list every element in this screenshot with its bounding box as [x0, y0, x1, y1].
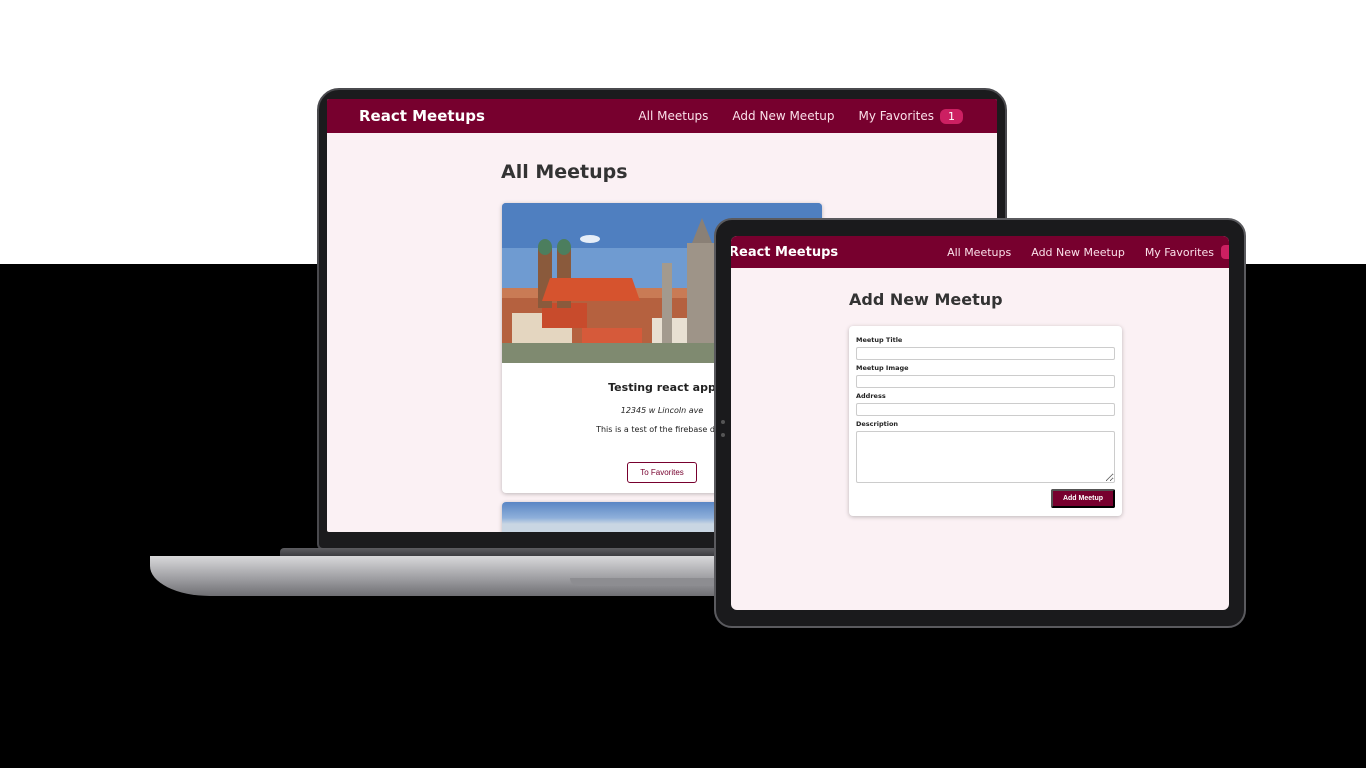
tablet-navbar: React Meetups All Meetups Add New Meetup…: [731, 236, 1229, 268]
nav-all-meetups[interactable]: All Meetups: [947, 246, 1011, 259]
nav-add-new-meetup[interactable]: Add New Meetup: [732, 109, 834, 123]
nav-links: All Meetups Add New Meetup My Favorites: [927, 245, 1229, 259]
page-title: Add New Meetup: [849, 290, 1003, 309]
nav-add-new-meetup[interactable]: Add New Meetup: [1031, 246, 1125, 259]
laptop-navbar: React Meetups All Meetups Add New Meetup…: [327, 99, 997, 133]
description-label: Description: [856, 420, 899, 428]
favorites-count-badge: [1221, 245, 1229, 259]
meetup-title-input[interactable]: [856, 347, 1115, 360]
tablet-sensor-dot: [721, 433, 725, 437]
brand-logo[interactable]: React Meetups: [731, 245, 838, 260]
nav-my-favorites[interactable]: My Favorites: [1145, 246, 1214, 259]
brand-logo[interactable]: React Meetups: [359, 107, 485, 125]
description-textarea[interactable]: [856, 431, 1115, 483]
to-favorites-button[interactable]: To Favorites: [627, 462, 697, 483]
nav-my-favorites[interactable]: My Favorites: [859, 109, 934, 123]
add-meetup-form: Meetup Title Meetup Image Address Descri…: [849, 326, 1122, 516]
tablet-camera-dot: [721, 420, 725, 424]
nav-all-meetups[interactable]: All Meetups: [638, 109, 708, 123]
tablet-screen: React Meetups All Meetups Add New Meetup…: [731, 236, 1229, 610]
address-label: Address: [856, 392, 886, 400]
meetup-image-input[interactable]: [856, 375, 1115, 388]
nav-links: All Meetups Add New Meetup My Favorites …: [614, 108, 963, 124]
page-title: All Meetups: [501, 161, 628, 183]
meetup-title-label: Meetup Title: [856, 336, 903, 344]
add-meetup-button[interactable]: Add Meetup: [1050, 489, 1115, 508]
favorites-count-badge: 1: [940, 108, 963, 124]
mockup-stage: React Meetups All Meetups Add New Meetup…: [0, 0, 1366, 768]
meetup-image-label: Meetup Image: [856, 364, 909, 372]
address-input[interactable]: [856, 403, 1115, 416]
